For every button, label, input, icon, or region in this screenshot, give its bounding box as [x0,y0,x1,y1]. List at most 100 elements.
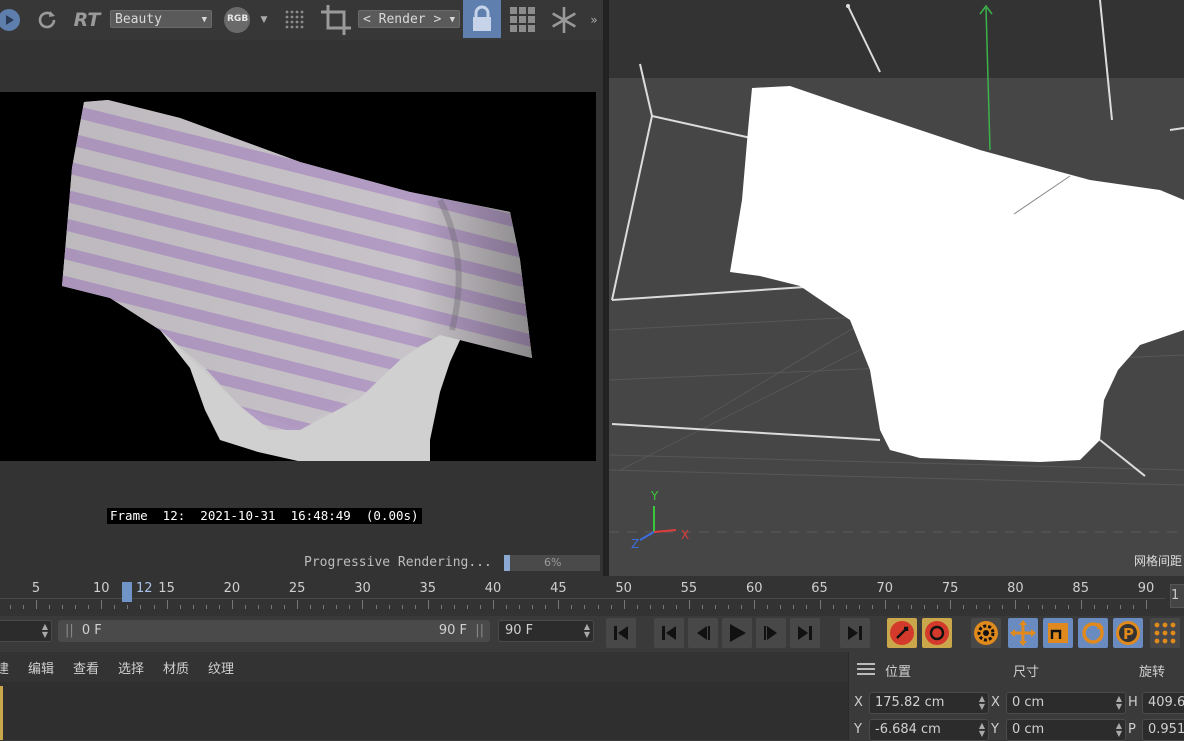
timeline-tick-mark [545,605,547,609]
timeline-tick-mark [310,605,312,609]
rotate-tool-button[interactable] [1078,618,1108,648]
param-tool-button[interactable]: P [1113,618,1143,648]
more-icon[interactable]: » [588,6,600,34]
move-tool-button[interactable] [1008,618,1038,648]
timeline-tick-label: 85 [1072,581,1089,596]
go-to-end-button[interactable] [840,618,870,648]
channel-button[interactable]: RGB [221,6,253,34]
timeline-ruler[interactable]: 5 10 15 20 25 30 35 40 45 50 55 60 65 70 75 80 85 90 12 1 [0,576,1184,616]
rot-h-field[interactable]: 409.6 [1142,692,1184,714]
end-frame-field[interactable]: 90 F ▲ ▼ [498,620,594,642]
viewport-3d[interactable]: Y X Z 网格间距 [609,0,1184,576]
timeline-tick-mark [179,605,181,609]
timeline-tick-mark [244,605,246,609]
spinner-icon[interactable]: ▲ ▼ [979,695,985,711]
pos-x-field[interactable]: 175.82 cm ▲ ▼ [869,692,989,714]
axis-y-label: Y [651,489,659,503]
material-list[interactable] [0,682,848,740]
timeline-tick-mark [597,605,599,609]
spinner-icon[interactable]: ▲ ▼ [979,722,985,738]
range-right-handle-icon[interactable]: || [475,621,484,641]
timeline-tick-mark [1093,605,1095,609]
dots-menu-button[interactable] [1150,618,1180,648]
previous-key-button[interactable] [654,618,684,648]
timeline-tick-mark [427,600,429,609]
timeline-end-box[interactable]: 1 [1170,584,1184,608]
timeline-tick-mark [767,605,769,609]
refresh-icon[interactable] [34,6,60,34]
range-end-value: 90 F [438,623,467,638]
menu-item-view[interactable]: 查看 [73,658,99,677]
menu-item-texture[interactable]: 纹理 [208,658,234,677]
rot-p-value: 0.951 [1148,722,1184,737]
go-to-start-button[interactable] [606,618,636,648]
timeline-tick-mark [1041,605,1043,609]
timeline-playhead[interactable] [122,582,132,602]
timeline-tick-mark [963,605,965,609]
crop-icon[interactable] [318,5,354,35]
timeline-tick-label: 25 [288,581,306,596]
size-x-field[interactable]: 0 cm ▲ ▼ [1006,692,1126,714]
coordinates-panel: 位置 尺寸 旋转 X 175.82 cm ▲ ▼ X 0 cm ▲ ▼ H 409.… [848,652,1184,741]
timeline-tick-mark [88,605,90,609]
spinner-icon[interactable]: ▲ ▼ [1116,695,1122,711]
timeline-tick-mark [780,605,782,609]
timeline-tick-mark [1067,605,1069,609]
timeline-tick-mark [662,605,664,609]
menu-item-edit[interactable]: 编辑 [28,658,54,677]
gear-icon [974,621,998,645]
next-frame-button[interactable] [756,618,786,648]
timeline-tick-mark [231,600,233,609]
menu-item-material[interactable]: 材质 [163,658,189,677]
lock-icon[interactable] [463,0,501,38]
play-render-icon[interactable] [0,6,22,34]
rt-icon[interactable]: RT [70,6,104,34]
render-dropdown[interactable]: < Render > ▼ [358,10,460,28]
size-y-value: 0 cm [1012,722,1045,737]
rot-h-label: H [1128,695,1138,710]
timeline-tick-label: 15 [158,581,175,596]
channel-menu-icon[interactable]: ▼ [258,6,270,34]
pass-dropdown-value: Beauty [115,12,162,27]
spinner-icon[interactable]: ▲ ▼ [42,623,48,639]
previous-frame-button[interactable] [688,618,718,648]
rotate-icon [1082,622,1104,644]
keyframe-settings-button[interactable] [971,618,1001,648]
auto-key-button[interactable] [922,618,952,648]
channel-badge-label: RGB [227,14,249,24]
timeline-tick-mark [688,600,690,609]
timeline-tick-mark [9,605,11,609]
spinner-icon[interactable]: ▲ ▼ [584,623,590,639]
axis-x-label: X [681,528,690,542]
next-key-button[interactable] [790,618,820,648]
timeline-tick-mark [440,605,442,609]
timeline-tick-mark [819,600,821,609]
dots-grid-icon[interactable] [282,6,308,34]
frame-range-slider[interactable]: || 0 F 90 F || [58,620,490,642]
previous-key-icon [662,626,676,640]
size-y-field[interactable]: 0 cm ▲ ▼ [1006,719,1126,741]
menu-item-create[interactable]: 建 [0,658,9,677]
progress-text: Progressive Rendering... [304,555,492,570]
dots-grid-icon [1154,622,1176,644]
pos-y-field[interactable]: -6.684 cm ▲ ▼ [869,719,989,741]
menu-item-select[interactable]: 选择 [118,658,144,677]
spinner-icon[interactable]: ▲ ▼ [1116,722,1122,738]
scale-tool-button[interactable] [1043,618,1073,648]
hamburger-icon[interactable] [857,661,875,680]
snowflake-icon[interactable] [548,6,580,34]
record-key-button[interactable] [887,618,917,648]
timeline-tick-mark [675,605,677,609]
range-left-handle-icon[interactable]: || [65,623,74,638]
play-button[interactable] [722,618,752,648]
timeline-tick-mark [741,605,743,609]
timeline-tick-mark [897,605,899,609]
rot-p-field[interactable]: 0.951 [1142,719,1184,741]
grid-view-icon[interactable] [508,6,538,34]
timeline-tick-mark [36,600,37,609]
size-header: 尺寸 [1013,665,1040,680]
pass-dropdown[interactable]: Beauty ▼ [110,10,212,28]
start-frame-field[interactable]: ▲ ▼ [0,620,52,642]
material-swatch-edge[interactable] [0,686,3,740]
timeline-tick-label: 55 [680,581,698,596]
